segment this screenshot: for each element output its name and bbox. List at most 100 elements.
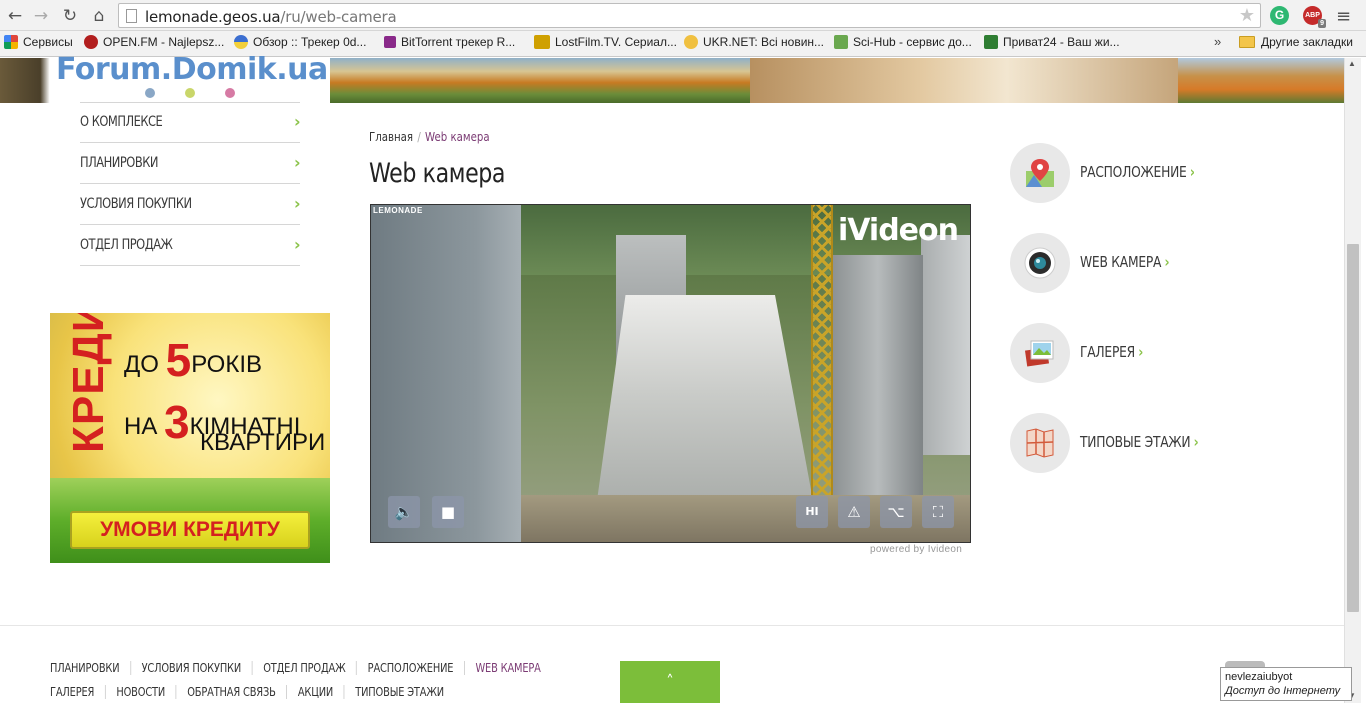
bookmark-label: OPEN.FM - Najlepsz... bbox=[103, 35, 225, 49]
right-menu-text: РАСПОЛОЖЕНИЕ bbox=[1080, 163, 1187, 181]
gallery-icon bbox=[1010, 323, 1070, 383]
sound-icon[interactable]: 🔈 bbox=[388, 496, 420, 528]
right-menu-text: ГАЛЕРЕЯ bbox=[1080, 343, 1135, 361]
bookmark-label: Sci-Hub - сервис до... bbox=[853, 35, 972, 49]
footer-link[interactable]: ГАЛЕРЕЯ bbox=[50, 685, 105, 699]
left-menu-item-sales[interactable]: ОТДЕЛ ПРОДАЖ › bbox=[80, 225, 301, 266]
status-network-state: Доступ до Інтернету bbox=[1225, 685, 1341, 697]
footer-nav-row-2: ГАЛЕРЕЯ НОВОСТИ ОБРАТНАЯ СВЯЗЬ АКЦИИ ТИПОВЫЕ… bbox=[50, 685, 455, 699]
banner-photo-autumn bbox=[330, 58, 750, 103]
bookmark-star-icon[interactable]: ★ bbox=[1239, 5, 1255, 26]
bookmark-item[interactable]: BitTorrent трекер R... bbox=[384, 35, 515, 49]
url-path: /ru/web-camera bbox=[280, 8, 397, 26]
webcam-player[interactable]: LEMONADE iVideon 🔈 ■ HI ⚠ ⌥ ⛶ bbox=[370, 204, 971, 543]
privat24-icon bbox=[984, 35, 998, 49]
left-menu-item-layouts[interactable]: ПЛАНИРОВКИ › bbox=[80, 143, 301, 184]
footer-link[interactable]: ОТДЕЛ ПРОДАЖ bbox=[251, 661, 357, 675]
footer-link[interactable]: АКЦИИ bbox=[286, 685, 344, 699]
chevron-right-icon: › bbox=[1193, 433, 1199, 451]
footer-link[interactable]: ПЛАНИРОВКИ bbox=[50, 661, 130, 675]
footer-link[interactable]: РАСПОЛОЖЕНИЕ bbox=[356, 661, 464, 675]
network-status-tooltip: nevlezaiubyot Доступ до Інтернету bbox=[1220, 667, 1352, 701]
adblock-icon[interactable]: ABP 9 bbox=[1303, 6, 1326, 28]
scihub-icon bbox=[834, 35, 848, 49]
footer-nav-row-1: ПЛАНИРОВКИ УСЛОВИЯ ПОКУПКИ ОТДЕЛ ПРОДАЖ РАС… bbox=[50, 661, 552, 675]
banner-photo-trees bbox=[1178, 58, 1344, 103]
credit-promo-banner[interactable]: КРЕДИТ ДО 5РОКІВ НА 3КІМНАТНІ КВАРТИРИ У… bbox=[50, 313, 330, 563]
apps-grid-icon bbox=[4, 35, 18, 49]
ukrnet-icon bbox=[684, 35, 698, 49]
promo-text: ДО bbox=[124, 351, 166, 378]
video-scene bbox=[833, 255, 923, 495]
promo-number: 3 bbox=[164, 396, 190, 448]
reload-icon[interactable]: ↻ bbox=[59, 5, 81, 27]
address-bar[interactable]: lemonade.geos.ua/ru/web-camera ★ bbox=[118, 3, 1261, 28]
right-menu-label: РАСПОЛОЖЕНИЕ › bbox=[1080, 163, 1195, 181]
green-extension-icon[interactable]: G bbox=[1270, 6, 1289, 25]
other-bookmarks-folder[interactable]: Другие закладки bbox=[1239, 35, 1353, 49]
breadcrumb: Главная / Web камера bbox=[369, 130, 490, 144]
browser-menu-icon[interactable]: ≡ bbox=[1336, 6, 1351, 27]
right-menu-item-floors[interactable]: ТИПОВЫЕ ЭТАЖИ › bbox=[1010, 413, 1260, 473]
bookmark-label: Обзор :: Трекер 0d... bbox=[253, 35, 367, 49]
bookmark-label: Приват24 - Ваш жи... bbox=[1003, 35, 1120, 49]
chevron-up-icon: ˄ bbox=[666, 672, 674, 690]
footer-link[interactable]: УСЛОВИЯ ПОКУПКИ bbox=[130, 661, 252, 675]
home-icon[interactable]: ⌂ bbox=[88, 5, 110, 27]
promo-line-3: КВАРТИРИ bbox=[200, 429, 326, 456]
forward-icon[interactable]: → bbox=[30, 5, 52, 27]
alert-icon[interactable]: ⚠ bbox=[838, 496, 870, 528]
right-menu-item-webcam[interactable]: WEB КАМЕРА › bbox=[1010, 233, 1260, 293]
promo-vertical-text: КРЕДИТ bbox=[64, 313, 113, 453]
adblock-label: ABP bbox=[1305, 12, 1320, 19]
other-bookmarks-label: Другие закладки bbox=[1261, 35, 1353, 49]
stop-icon[interactable]: ■ bbox=[432, 496, 464, 528]
breadcrumb-separator: / bbox=[417, 130, 421, 144]
footer-link[interactable]: ТИПОВЫЕ ЭТАЖИ bbox=[343, 685, 455, 699]
bookmark-item[interactable]: OPEN.FM - Najlepsz... bbox=[84, 35, 224, 49]
scroll-to-top-button[interactable]: ˄ bbox=[620, 661, 720, 703]
chevron-right-icon: › bbox=[1138, 343, 1144, 361]
tracker-icon bbox=[234, 35, 248, 49]
bookmark-item[interactable]: Sci-Hub - сервис до... bbox=[834, 35, 972, 49]
right-menu-item-location[interactable]: РАСПОЛОЖЕНИЕ › bbox=[1010, 143, 1260, 203]
scroll-up-arrow-icon[interactable]: ▲ bbox=[1348, 59, 1356, 68]
bookmark-item[interactable]: UKR.NET: Всі новин... bbox=[684, 35, 824, 49]
site-logo[interactable]: Forum.Domik.ua bbox=[56, 52, 328, 87]
logo-dot bbox=[225, 88, 235, 98]
bookmark-item[interactable]: Обзор :: Трекер 0d... bbox=[234, 35, 366, 49]
openfm-icon bbox=[84, 35, 98, 49]
credit-terms-button[interactable]: УМОВИ КРЕДИТУ bbox=[70, 511, 310, 549]
bookmark-item[interactable]: Сервисы bbox=[4, 35, 73, 49]
promo-text: РОКІВ bbox=[191, 351, 262, 378]
fullscreen-icon[interactable]: ⛶ bbox=[922, 496, 954, 528]
bookmark-label: LostFilm.TV. Сериал... bbox=[555, 35, 677, 49]
page-title: Web камера bbox=[369, 158, 506, 189]
chevron-right-icon: › bbox=[294, 235, 301, 254]
left-menu-label: О КОМПЛЕКСЕ bbox=[80, 114, 163, 130]
left-menu-item-about[interactable]: О КОМПЛЕКСЕ › bbox=[80, 102, 301, 143]
back-icon[interactable]: ← bbox=[4, 5, 26, 27]
promo-line-1: ДО 5РОКІВ bbox=[124, 333, 262, 387]
adblock-badge: 9 bbox=[1318, 19, 1326, 28]
footer-link[interactable]: ОБРАТНАЯ СВЯЗЬ bbox=[175, 685, 287, 699]
share-icon[interactable]: ⌥ bbox=[880, 496, 912, 528]
bookmark-item[interactable]: Приват24 - Ваш жи... bbox=[984, 35, 1120, 49]
bookmark-label: UKR.NET: Всі новин... bbox=[703, 35, 825, 49]
powered-by-ivideon[interactable]: powered by Ivideon bbox=[870, 544, 962, 555]
left-menu-item-terms[interactable]: УСЛОВИЯ ПОКУПКИ › bbox=[80, 184, 301, 225]
folder-icon bbox=[1239, 36, 1255, 48]
hd-quality-button[interactable]: HI bbox=[796, 496, 828, 528]
bookmark-item[interactable]: LostFilm.TV. Сериал... bbox=[534, 35, 677, 49]
scrollbar-thumb[interactable] bbox=[1347, 244, 1359, 612]
video-scene bbox=[921, 235, 970, 455]
right-menu-item-gallery[interactable]: ГАЛЕРЕЯ › bbox=[1010, 323, 1260, 383]
footer-link-active[interactable]: WEB КАМЕРА bbox=[463, 661, 552, 675]
footer-link[interactable]: НОВОСТИ bbox=[104, 685, 176, 699]
webcam-icon bbox=[1010, 233, 1070, 293]
url-text[interactable]: lemonade.geos.ua/ru/web-camera bbox=[145, 8, 397, 26]
left-menu: О КОМПЛЕКСЕ › ПЛАНИРОВКИ › УСЛОВИЯ ПОКУПКИ… bbox=[80, 102, 301, 266]
bookmarks-overflow-icon[interactable]: » bbox=[1214, 34, 1221, 49]
breadcrumb-home-link[interactable]: Главная bbox=[369, 130, 413, 144]
ivideon-logo: iVideon bbox=[837, 213, 959, 248]
